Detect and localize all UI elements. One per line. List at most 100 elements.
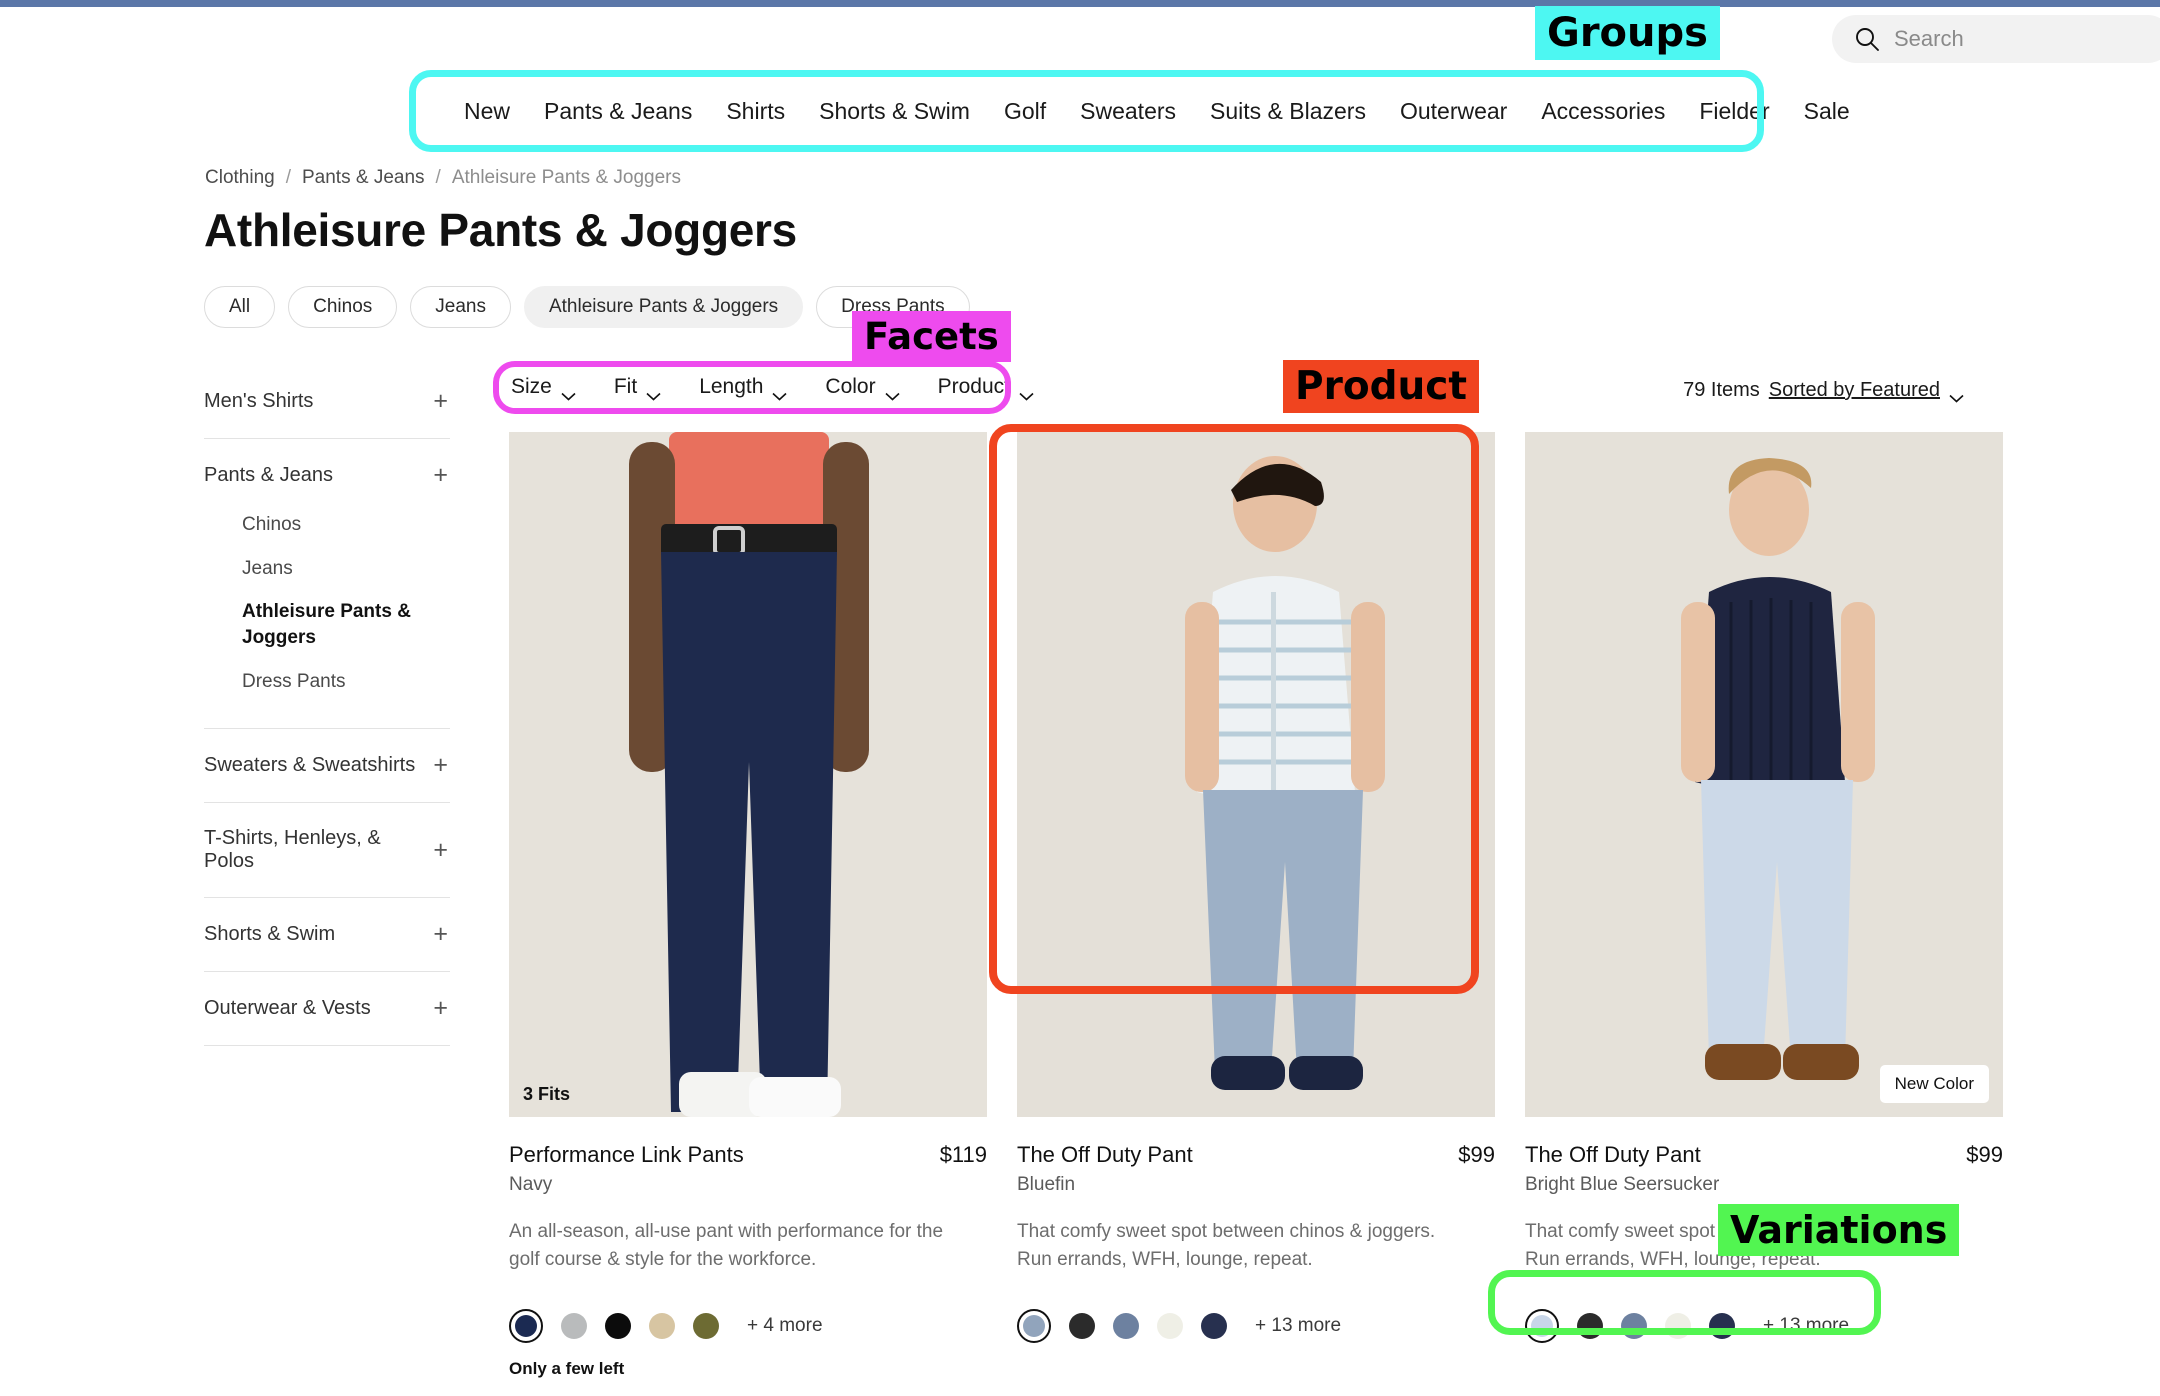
group-item-sale[interactable]: Sale <box>1787 98 1867 125</box>
color-swatch[interactable] <box>649 1313 675 1340</box>
sidebar-nav[interactable]: Men's Shirts + Pants & Jeans + Chinos Jeans At… <box>204 365 450 1047</box>
category-pill-all[interactable]: All <box>204 286 276 328</box>
facets-bar[interactable]: Size Fit Length Color Product <box>511 375 1072 401</box>
color-swatch-selected[interactable] <box>1525 1309 1559 1344</box>
sidebar-group-header[interactable]: Shorts & Swim + <box>204 898 450 971</box>
color-swatch[interactable] <box>1621 1313 1647 1340</box>
facet-fit[interactable]: Fit <box>614 375 699 401</box>
product-photo-figure <box>1017 432 1495 1117</box>
search-placeholder: Search <box>1894 26 1964 51</box>
chevron-down-icon <box>646 383 661 401</box>
plus-icon[interactable]: + <box>433 389 448 414</box>
sidebar-group-outerwear-vests: Outerwear & Vests + <box>204 972 450 1047</box>
search-input[interactable]: Search <box>1832 15 2160 63</box>
color-swatch[interactable] <box>1665 1313 1691 1340</box>
color-swatch[interactable] <box>1113 1313 1139 1340</box>
facet-color[interactable]: Color <box>825 375 937 401</box>
color-swatch[interactable] <box>605 1313 631 1340</box>
group-item-suits-blazers[interactable]: Suits & Blazers <box>1193 98 1383 125</box>
sidebar-subitems: Chinos Jeans Athleisure Pants & Joggers Dre… <box>204 512 450 728</box>
product-card[interactable]: The Off Duty Pant $99 Bluefin That comfy sw… <box>1017 432 1495 1379</box>
facet-length[interactable]: Length <box>699 375 825 401</box>
color-swatch[interactable] <box>1069 1313 1095 1340</box>
breadcrumb-separator: / <box>435 167 441 188</box>
sidebar-group-sweaters-sweatshirts: Sweaters & Sweatshirts + <box>204 729 450 804</box>
group-item-sweaters[interactable]: Sweaters <box>1063 98 1193 125</box>
sidebar-item-jeans[interactable]: Jeans <box>204 556 450 600</box>
product-card[interactable]: 3 Fits Performance Link Pants $119 Navy An a… <box>509 432 987 1379</box>
annotation-label-groups: Groups <box>1535 6 1720 60</box>
sidebar-group-label: Men's Shirts <box>204 390 314 412</box>
sidebar-group-header[interactable]: Men's Shirts + <box>204 365 450 438</box>
group-item-accessories[interactable]: Accessories <box>1524 98 1682 125</box>
group-item-shirts[interactable]: Shirts <box>709 98 802 125</box>
facet-label: Product <box>937 375 1010 398</box>
results-sort-row[interactable]: 79 Items Sorted by Featured <box>1683 379 1964 403</box>
color-swatch[interactable] <box>1201 1313 1227 1340</box>
sidebar-group-header[interactable]: Pants & Jeans + <box>204 439 450 512</box>
color-swatch-selected[interactable] <box>509 1309 543 1344</box>
sidebar-item-athleisure-pants-joggers[interactable]: Athleisure Pants & Joggers <box>204 599 450 668</box>
product-image[interactable] <box>1017 432 1495 1117</box>
plus-icon[interactable]: + <box>433 996 448 1021</box>
breadcrumb-item-1[interactable]: Pants & Jeans <box>302 167 425 189</box>
sidebar-group-label: Pants & Jeans <box>204 464 333 486</box>
sidebar-group-label: Sweaters & Sweatshirts <box>204 754 416 777</box>
product-photo-figure <box>1525 432 2003 1117</box>
items-count: 79 Items <box>1683 379 1760 401</box>
sort-by-link[interactable]: Sorted by Featured <box>1769 379 1940 402</box>
breadcrumb[interactable]: Clothing / Pants & Jeans / Athleisure Pants … <box>205 167 681 189</box>
plus-icon[interactable]: + <box>433 837 448 863</box>
plus-icon[interactable]: + <box>433 463 448 488</box>
page-title: Athleisure Pants & Joggers <box>204 204 797 256</box>
group-item-outerwear[interactable]: Outerwear <box>1383 98 1524 125</box>
sidebar-group-header[interactable]: Sweaters & Sweatshirts + <box>204 729 450 802</box>
group-item-new[interactable]: New <box>447 98 527 125</box>
groups-nav[interactable]: New Pants & Jeans Shirts Shorts & Swim Golf S… <box>419 79 1850 143</box>
more-colors-link[interactable]: + 13 more <box>1255 1315 1341 1337</box>
product-swatch-row[interactable]: + 13 more <box>1017 1309 1495 1344</box>
more-colors-link[interactable]: + 13 more <box>1763 1315 1849 1337</box>
product-title-row: The Off Duty Pant $99 <box>1525 1142 2003 1168</box>
facet-product[interactable]: Product <box>937 375 1072 401</box>
color-swatch-selected[interactable] <box>1017 1309 1051 1344</box>
product-title[interactable]: Performance Link Pants <box>509 1142 744 1168</box>
group-item-golf[interactable]: Golf <box>987 98 1063 125</box>
more-colors-link[interactable]: + 4 more <box>747 1315 823 1337</box>
category-pill-chinos[interactable]: Chinos <box>288 286 398 328</box>
breadcrumb-item-0[interactable]: Clothing <box>205 167 275 189</box>
color-swatch[interactable] <box>1157 1313 1183 1340</box>
product-title[interactable]: The Off Duty Pant <box>1017 1142 1193 1168</box>
facet-size[interactable]: Size <box>511 375 614 401</box>
sidebar-group-pants-jeans: Pants & Jeans + Chinos Jeans Athleisure Pant… <box>204 439 450 730</box>
breadcrumb-separator: / <box>285 167 291 188</box>
chevron-down-icon <box>885 383 900 401</box>
top-accent-strip <box>0 0 2160 7</box>
group-item-pants-jeans[interactable]: Pants & Jeans <box>527 98 709 125</box>
group-item-shorts-swim[interactable]: Shorts & Swim <box>802 98 987 125</box>
sidebar-group-header[interactable]: Outerwear & Vests + <box>204 972 450 1045</box>
product-swatch-row[interactable]: + 13 more <box>1525 1309 2003 1344</box>
plus-icon[interactable]: + <box>433 922 448 947</box>
product-title[interactable]: The Off Duty Pant <box>1525 1142 1701 1168</box>
product-image[interactable]: 3 Fits <box>509 432 987 1117</box>
product-image[interactable]: New Color <box>1525 432 2003 1117</box>
sidebar-group-label: Outerwear & Vests <box>204 997 371 1020</box>
category-pill-jeans[interactable]: Jeans <box>410 286 511 328</box>
color-swatch[interactable] <box>1577 1313 1603 1340</box>
color-swatch[interactable] <box>693 1313 719 1340</box>
color-swatch[interactable] <box>561 1313 587 1340</box>
sidebar-item-chinos[interactable]: Chinos <box>204 512 450 556</box>
product-price: $119 <box>939 1142 987 1167</box>
sidebar-item-dress-pants[interactable]: Dress Pants <box>204 669 450 713</box>
category-pill-athleisure-pants-joggers[interactable]: Athleisure Pants & Joggers <box>523 286 804 328</box>
color-swatch[interactable] <box>1709 1313 1735 1340</box>
search-icon <box>1854 26 1880 52</box>
annotation-label-product: Product <box>1283 360 1480 413</box>
sidebar-group-header[interactable]: T-Shirts, Henleys, & Polos + <box>204 803 450 897</box>
group-item-fielder[interactable]: Fielder <box>1682 98 1786 125</box>
sidebar-group-men-s-shirts: Men's Shirts + <box>204 365 450 439</box>
product-color-name: Bluefin <box>1017 1174 1076 1195</box>
plus-icon[interactable]: + <box>433 753 448 778</box>
product-swatch-row[interactable]: + 4 more <box>509 1309 987 1344</box>
